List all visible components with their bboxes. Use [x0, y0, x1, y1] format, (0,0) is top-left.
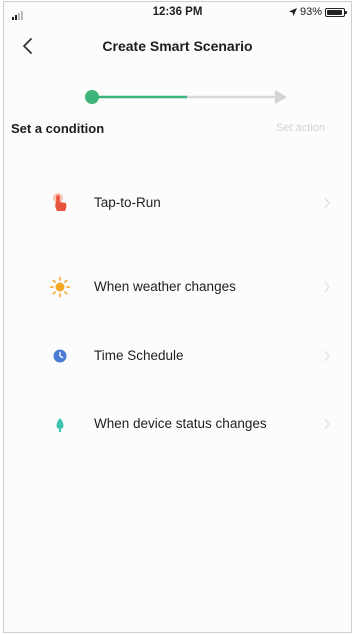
- tap-icon: [53, 193, 67, 211]
- phone-screen: 12:36 PM 93% Create Smart Scenario Set a…: [3, 1, 352, 633]
- clock-icon: [53, 349, 67, 363]
- option-device-status-changes[interactable]: When device status changes: [4, 404, 351, 444]
- step-label-set-action: Set action: [276, 122, 325, 134]
- option-label: Time Schedule: [94, 348, 184, 363]
- option-label: When device status changes: [94, 416, 267, 431]
- option-label: When weather changes: [94, 279, 236, 294]
- progress-stepper: [85, 90, 287, 104]
- battery-icon: [325, 7, 347, 17]
- option-weather-changes[interactable]: When weather changes: [4, 267, 351, 307]
- sun-icon: [49, 276, 71, 298]
- page-title: Create Smart Scenario: [102, 38, 253, 54]
- location-arrow-icon: [288, 8, 297, 16]
- step-dot-active: [85, 90, 99, 104]
- device-icon: [56, 418, 64, 432]
- chevron-right-icon: [324, 418, 330, 430]
- status-bar: 12:36 PM 93%: [4, 2, 351, 22]
- step-label-set-condition: Set a condition: [11, 121, 105, 136]
- option-tap-to-run[interactable]: Tap-to-Run: [4, 183, 351, 223]
- step-arrow-icon: [275, 90, 287, 104]
- battery-percent: 93%: [299, 6, 322, 18]
- option-label: Tap-to-Run: [94, 195, 161, 210]
- chevron-right-icon: [324, 350, 330, 362]
- chevron-right-icon: [324, 197, 330, 209]
- option-time-schedule[interactable]: Time Schedule: [4, 336, 351, 376]
- chevron-right-icon: [324, 281, 330, 293]
